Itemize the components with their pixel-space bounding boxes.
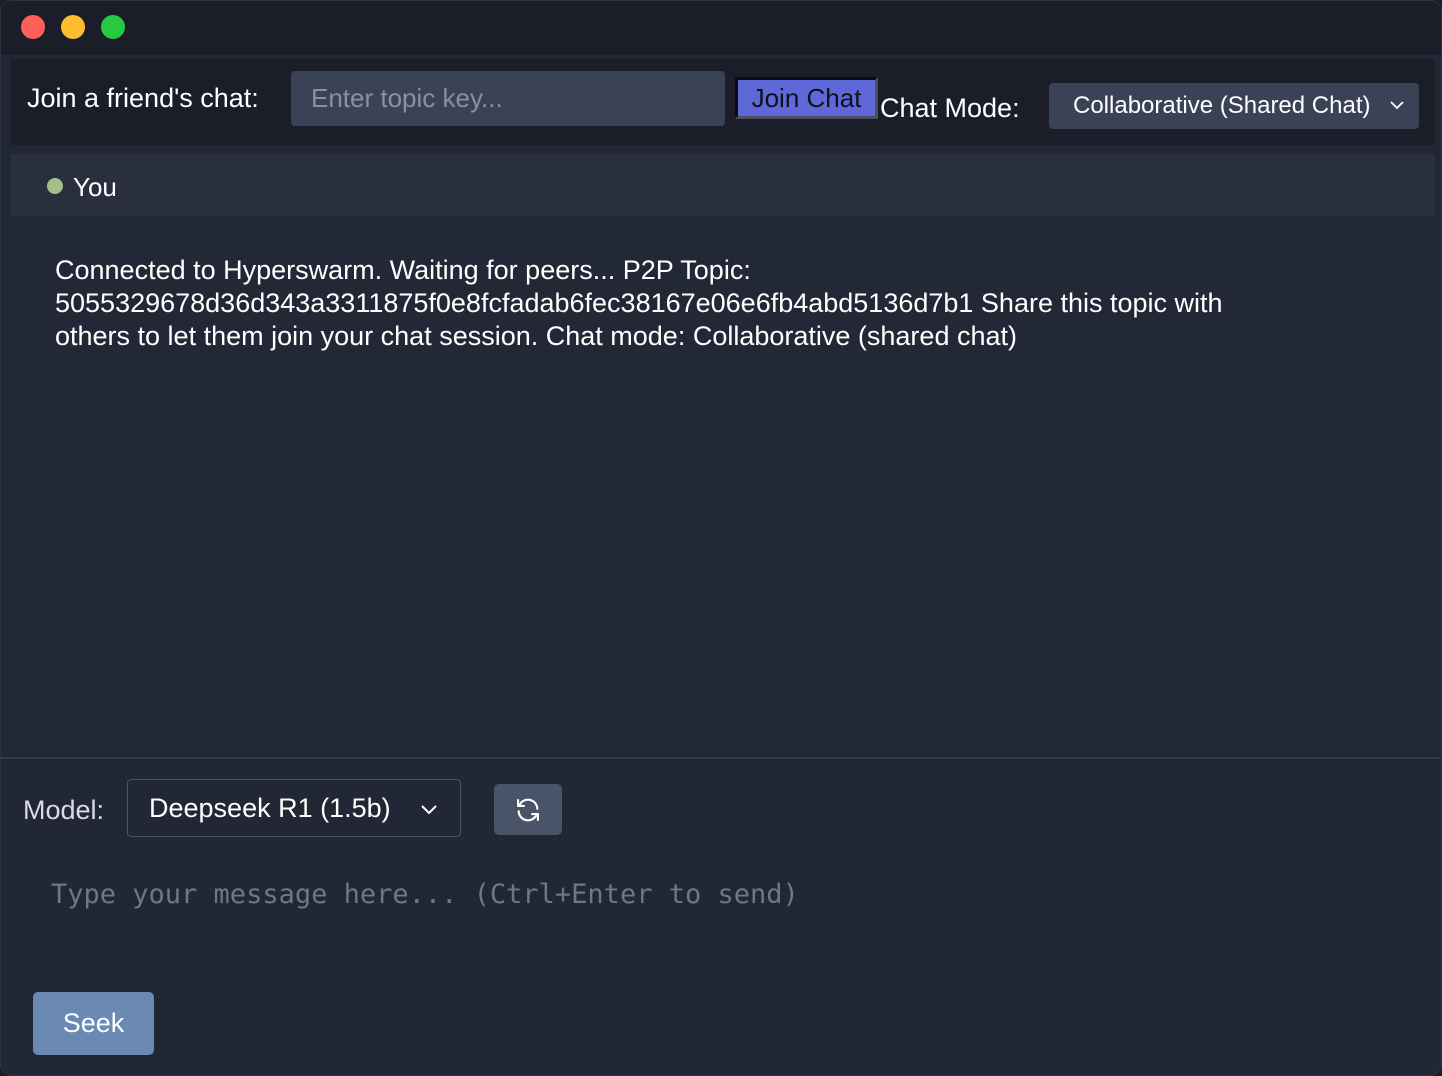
message-input[interactable] [31,863,1421,963]
join-label: Join a friend's chat: [27,83,259,113]
online-status-dot [47,178,63,194]
title-bar [1,1,1441,55]
chat-mode-label: Chat Mode: [880,93,1020,123]
app-window: Join a friend's chat: Join Chat Chat Mod… [0,0,1442,1076]
topic-key-input[interactable] [291,71,725,126]
chat-user-label: You [73,172,117,202]
chat-header: You [11,154,1435,216]
refresh-icon [517,798,539,822]
chat-mode-select[interactable]: Collaborative (Shared Chat) [1049,83,1419,129]
chevron-down-icon [1390,101,1404,110]
close-window-button[interactable] [21,15,45,39]
join-toolbar: Join a friend's chat: Join Chat Chat Mod… [11,59,1435,145]
model-selected-value: Deepseek R1 (1.5b) [149,793,391,823]
maximize-window-button[interactable] [101,15,125,39]
minimize-window-button[interactable] [61,15,85,39]
model-select[interactable]: Deepseek R1 (1.5b) [127,779,461,837]
chevron-down-icon [421,805,437,815]
send-button[interactable]: Seek [33,992,154,1055]
system-message: Connected to Hyperswarm. Waiting for pee… [55,255,1223,351]
refresh-models-button[interactable] [494,784,562,835]
join-chat-button[interactable]: Join Chat [735,77,878,119]
composer-divider [1,757,1441,759]
chat-mode-selected-value: Collaborative (Shared Chat) [1073,92,1371,119]
model-label: Model: [23,795,105,825]
message-list[interactable]: Connected to Hyperswarm. Waiting for pee… [11,216,1435,749]
